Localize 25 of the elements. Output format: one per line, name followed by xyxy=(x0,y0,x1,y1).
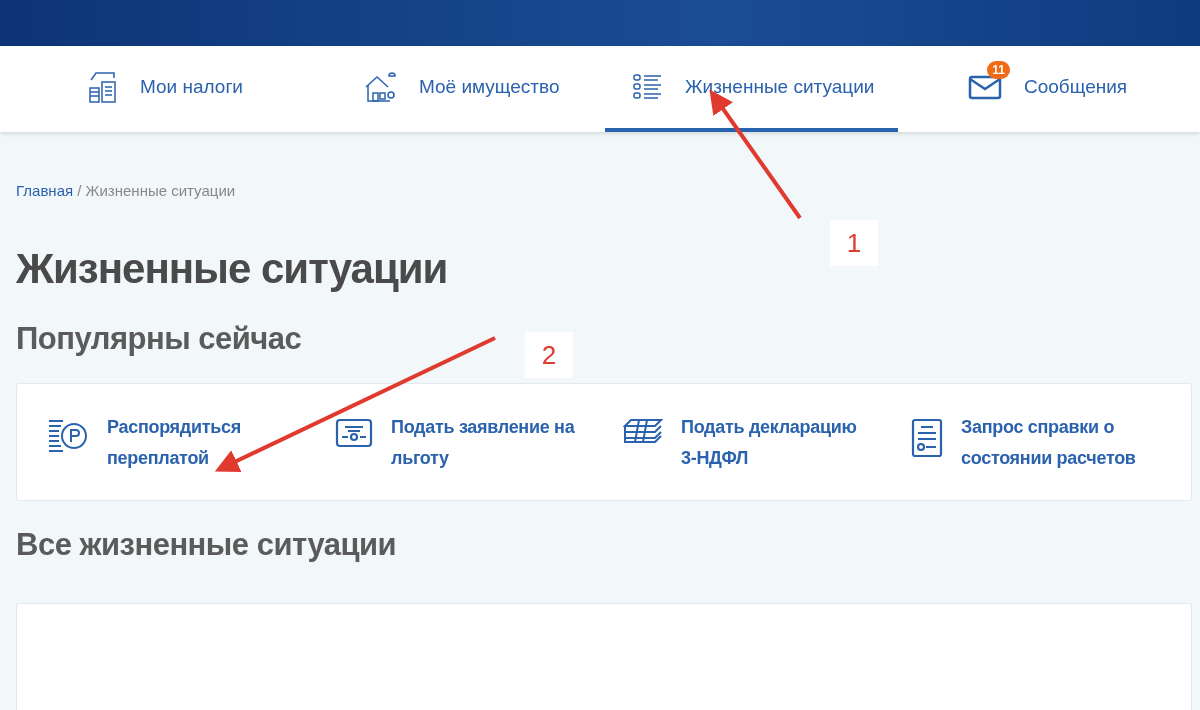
nav-tab[interactable]: 11 Сообщения xyxy=(940,46,1191,132)
annotation-label: 1 xyxy=(830,220,878,266)
breadcrumb-separator: / xyxy=(77,182,82,199)
coin-stack-icon xyxy=(47,418,89,452)
document-icon xyxy=(911,418,943,458)
situation-link[interactable]: Подать заявление на льготу xyxy=(335,412,623,474)
situation-link[interactable]: Распорядиться переплатой xyxy=(47,412,335,474)
annotation-label: 2 xyxy=(525,332,573,378)
list-icon xyxy=(633,74,663,100)
section-heading: Все жизненные ситуации xyxy=(16,527,397,563)
unread-badge: 11 xyxy=(987,61,1010,79)
nav-tab[interactable]: Жизненные ситуации xyxy=(605,46,898,132)
breadcrumb-link[interactable]: Главная xyxy=(16,182,74,199)
nav-tab[interactable]: Мои налоги xyxy=(60,46,335,132)
page-title: Жизненные ситуации xyxy=(16,245,449,293)
section-heading: Популярны сейчас xyxy=(16,321,302,357)
nav-tab[interactable]: Моё имущество xyxy=(335,46,605,132)
situation-link[interactable]: Запрос справки о состоянии расчетов xyxy=(911,412,1199,474)
envelope-icon xyxy=(968,74,1002,100)
situation-link[interactable]: Подать декларацию 3-НДФЛ xyxy=(623,412,911,474)
breadcrumb-current: Жизненные ситуации xyxy=(85,182,236,199)
certificate-icon xyxy=(335,418,373,448)
house-icon xyxy=(363,71,397,103)
documents-icon xyxy=(88,70,118,104)
stack-icon xyxy=(623,418,663,444)
